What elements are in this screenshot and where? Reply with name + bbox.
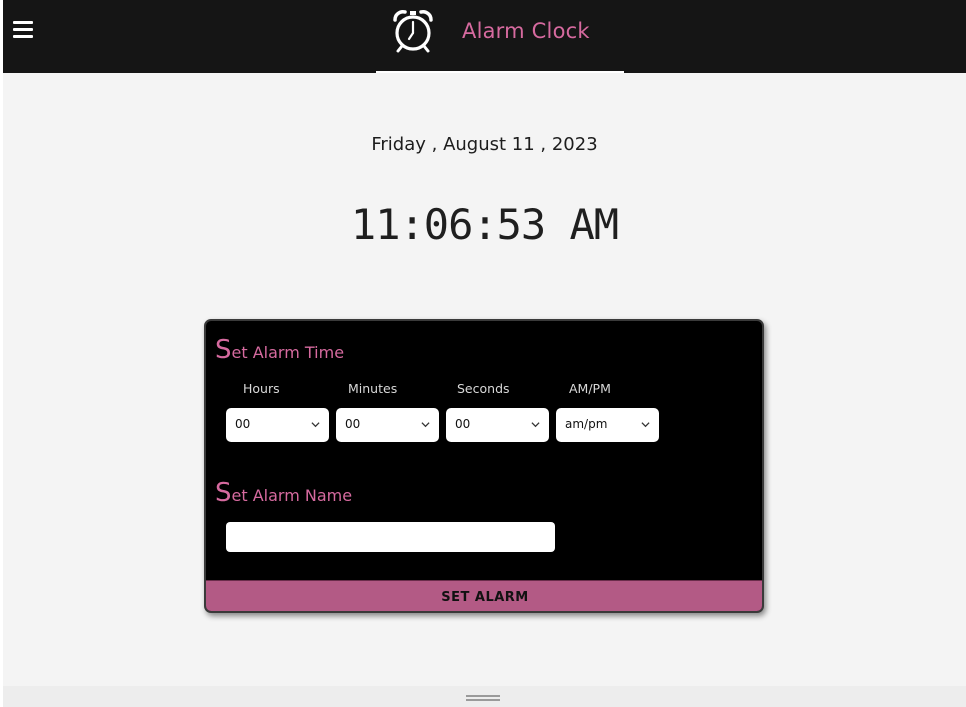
ampm-select-value: am/pm	[565, 417, 608, 431]
brand-underline	[376, 71, 624, 73]
set-alarm-time-heading: Set Alarm Time	[215, 335, 344, 365]
heading-initial: S	[215, 335, 232, 365]
minutes-select-value: 00	[345, 417, 361, 431]
chevron-down-icon	[531, 422, 540, 428]
app-title: Alarm Clock	[462, 19, 590, 43]
current-date: Friday , August 11 , 2023	[371, 134, 598, 155]
hamburger-menu-icon[interactable]	[13, 21, 33, 39]
minutes-label: Minutes	[348, 381, 398, 396]
chevron-down-icon	[311, 422, 320, 428]
heading-initial: S	[215, 478, 232, 508]
chevron-down-icon	[421, 422, 430, 428]
ampm-select[interactable]: am/pm	[556, 408, 659, 442]
hours-select-value: 00	[235, 417, 251, 431]
minutes-select[interactable]: 00	[336, 408, 439, 442]
heading-rest: et Alarm Name	[231, 486, 353, 505]
seconds-label: Seconds	[457, 381, 510, 396]
alarm-name-input[interactable]	[226, 522, 555, 552]
hours-label: Hours	[243, 381, 280, 396]
seconds-select-value: 00	[455, 417, 471, 431]
drag-handle-icon[interactable]	[466, 695, 500, 703]
hours-select[interactable]: 00	[226, 408, 329, 442]
current-time: 11:06:53 AM	[350, 200, 619, 249]
alarm-form-card: Set Alarm Time Hours Minutes Seconds AM/…	[204, 319, 764, 613]
set-alarm-name-heading: Set Alarm Name	[215, 478, 352, 508]
set-alarm-button[interactable]: SET ALARM	[206, 580, 762, 611]
navbar: Alarm Clock	[3, 0, 966, 73]
page: Alarm Clock Friday , August 11 , 2023 11…	[3, 0, 966, 707]
bottom-bar	[3, 686, 966, 707]
chevron-down-icon	[641, 422, 650, 428]
heading-rest: et Alarm Time	[231, 343, 345, 362]
alarm-clock-icon	[393, 10, 433, 53]
ampm-label: AM/PM	[569, 381, 611, 396]
seconds-select[interactable]: 00	[446, 408, 549, 442]
